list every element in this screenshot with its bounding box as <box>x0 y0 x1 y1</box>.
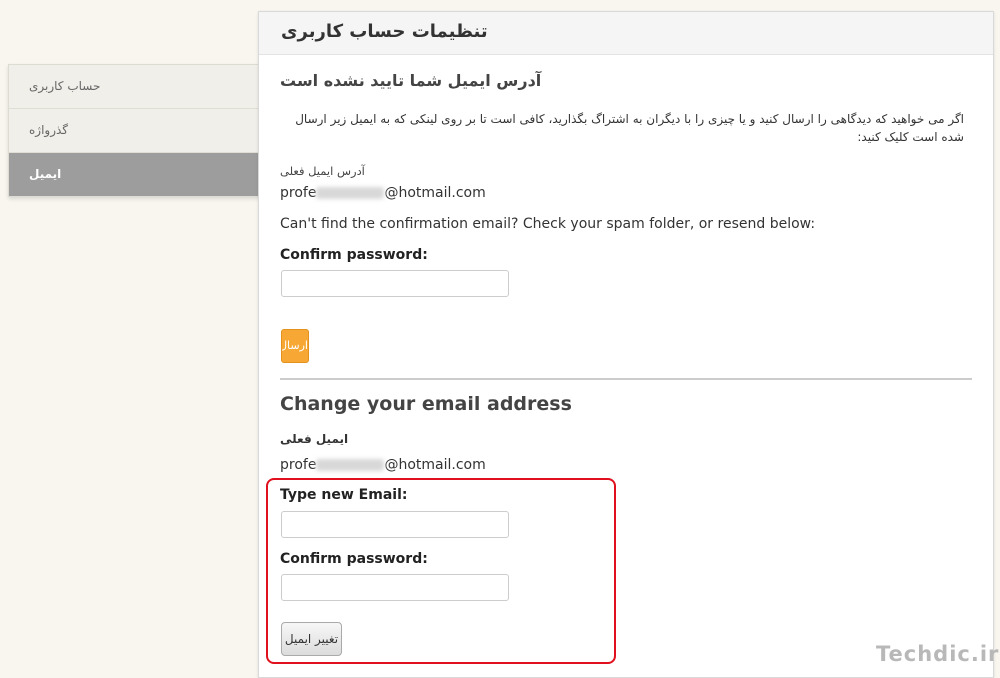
new-email-input[interactable] <box>281 511 509 538</box>
watermark-logo: Techdic.ir <box>876 642 1000 666</box>
panel-header: تنظیمات حساب کاربری <box>259 12 993 55</box>
blurred-email-part <box>316 187 385 199</box>
resend-hint: Can't find the confirmation email? Check… <box>280 216 816 232</box>
unverified-heading: آدرس ایمیل شما تایید نشده است <box>280 71 542 90</box>
sidebar-item-label: گذرواژه <box>29 123 69 137</box>
current-email-label: ایمیل فعلی <box>280 432 349 446</box>
sidebar-item-label: ایمیل <box>29 167 62 181</box>
change-email-heading: Change your email address <box>280 393 572 415</box>
resend-button[interactable]: ارسال <box>281 329 309 363</box>
confirm-password-label: Confirm password: <box>280 247 428 263</box>
confirm-password-input[interactable] <box>281 270 509 297</box>
sidebar-item-label: حساب کاربری <box>29 79 101 93</box>
current-email-value: profe @hotmail.com <box>280 457 486 473</box>
confirm-password-input[interactable] <box>281 574 509 601</box>
sidebar-nav: حساب کاربری گذرواژه ایمیل <box>8 64 262 197</box>
blurred-email-part <box>316 459 385 471</box>
sidebar-item-account[interactable]: حساب کاربری <box>9 65 261 109</box>
current-email-value: profe @hotmail.com <box>280 185 486 201</box>
confirm-password-label: Confirm password: <box>280 551 428 567</box>
current-email-label: آدرس ایمیل فعلی <box>280 164 365 178</box>
new-email-label: Type new Email: <box>280 487 408 503</box>
section-divider <box>280 378 972 380</box>
change-email-button[interactable]: تغییر ایمیل <box>281 622 342 656</box>
sidebar-item-password[interactable]: گذرواژه <box>9 109 261 153</box>
sidebar-item-email[interactable]: ایمیل <box>9 153 261 196</box>
verification-instructions: اگر می خواهید که دیدگاهی را ارسال کنید و… <box>295 112 964 144</box>
page-title: تنظیمات حساب کاربری <box>281 21 488 42</box>
